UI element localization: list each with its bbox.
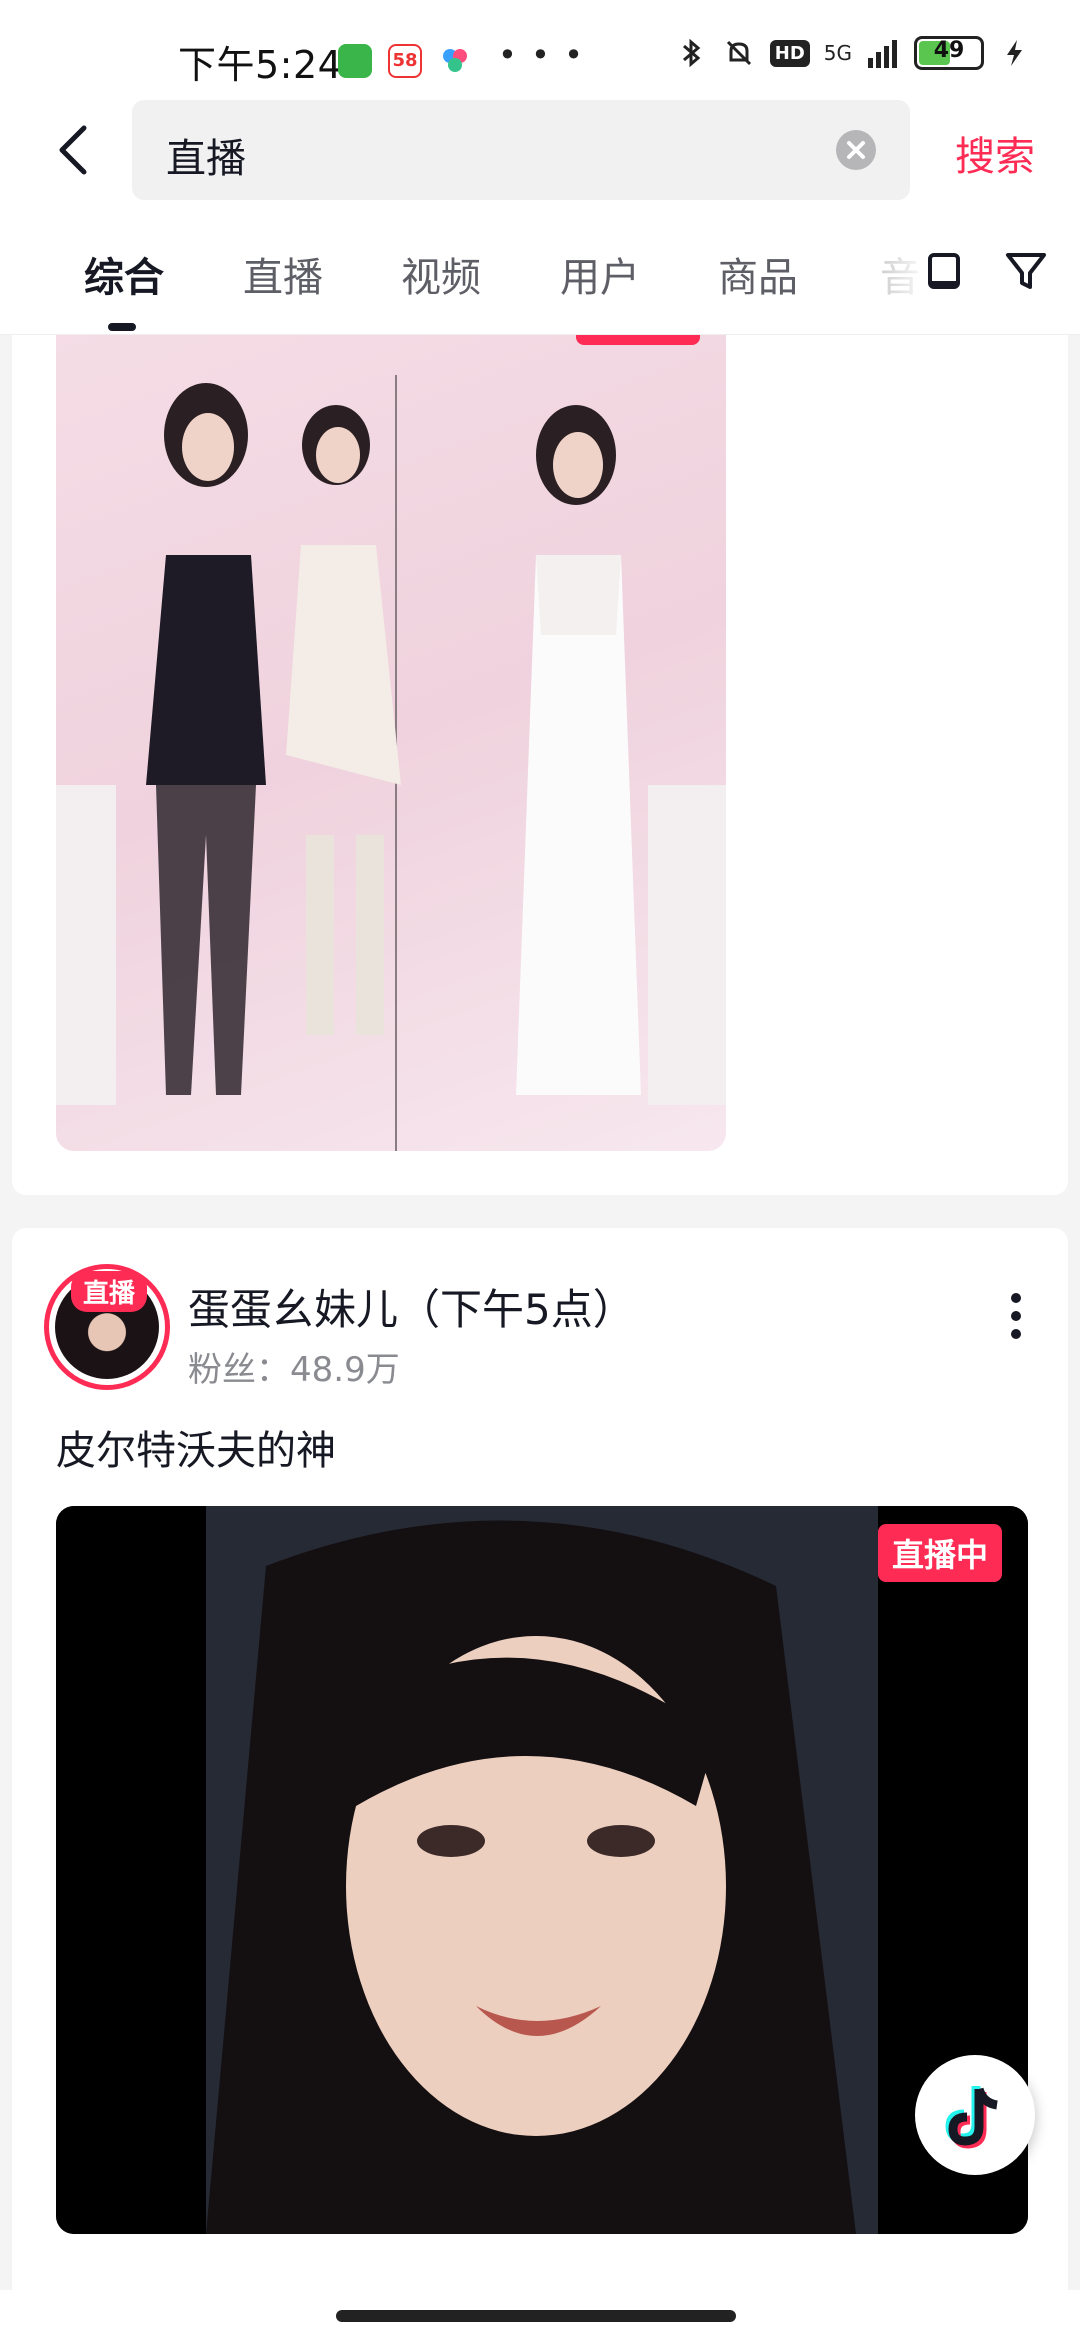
user-name[interactable]: 蛋蛋幺妹儿（下午5点） <box>188 1276 635 1337</box>
live-badge-2: 直播中 <box>878 1524 1003 1582</box>
home-indicator[interactable] <box>336 2310 736 2322</box>
tab-comprehensive[interactable]: 综合 <box>84 245 164 303</box>
battery-icon: 49 <box>914 36 984 70</box>
stream-description[interactable]: 皮尔特沃夫的神 <box>56 1418 336 1476</box>
battery-percent: 49 <box>933 38 965 63</box>
charging-icon <box>1007 40 1022 66</box>
search-button[interactable]: 搜索 <box>955 124 1035 182</box>
avatar-live-badge: 直播 <box>71 1271 148 1312</box>
avatar[interactable]: 直播 <box>44 1264 170 1390</box>
tab-live[interactable]: 直播 <box>243 245 323 303</box>
result-card-2[interactable]: 直播 蛋蛋幺妹儿（下午5点） 粉丝：48.9万 皮尔特沃夫的神 直播中 <box>12 1228 1068 2300</box>
status-more-icon: • • • <box>498 36 585 74</box>
bluetooth-icon <box>682 38 701 68</box>
mute-bell-icon <box>726 40 751 66</box>
clover-app-icon <box>438 44 472 78</box>
back-icon[interactable] <box>46 120 106 180</box>
live-stream-image <box>56 375 726 1151</box>
search-input[interactable]: 直播 <box>132 100 910 200</box>
tab-users[interactable]: 用户 <box>560 245 640 303</box>
tiktok-logo-icon[interactable] <box>915 2055 1035 2175</box>
result-card-1[interactable]: 直播中 <box>12 335 1068 1195</box>
search-header: 直播 搜索 <box>0 100 1080 215</box>
wechat-mini-app-icon <box>338 44 372 78</box>
search-query[interactable]: 直播 <box>166 126 246 184</box>
fan-count: 粉丝：48.9万 <box>188 1350 400 1390</box>
hd-badge: HD <box>769 39 810 67</box>
tab-video[interactable]: 视频 <box>401 245 481 303</box>
filter-icon[interactable] <box>1000 245 1052 297</box>
result-tabs: 综合 直播 视频 用户 商品 音 <box>0 215 1080 335</box>
tab-products[interactable]: 商品 <box>718 245 798 303</box>
clear-icon[interactable] <box>836 130 876 170</box>
live-thumbnail-1[interactable]: 直播中 <box>56 335 726 1151</box>
app-58-icon: 58 <box>388 44 422 78</box>
layout-toggle-icon[interactable] <box>918 245 970 297</box>
live-thumbnail-2[interactable]: 直播中 <box>56 1506 1028 2234</box>
live-badge-1: 直播中 <box>576 335 701 345</box>
more-vertical-icon[interactable] <box>1008 1286 1024 1346</box>
status-indicators: HD 5G 49 <box>674 36 1032 70</box>
live-stream-portrait <box>56 1506 1028 2234</box>
results-feed[interactable]: 直播中 直播 蛋蛋幺妹儿（下午5点） 粉丝：48.9万 皮尔特沃夫的神 直播中 <box>0 335 1080 2340</box>
status-bar: 下午5:24 58 • • • HD 5G 49 <box>0 0 1080 100</box>
signal-icon <box>868 40 897 68</box>
status-time: 下午5:24 <box>178 43 343 87</box>
network-type: 5G <box>823 41 852 65</box>
active-tab-indicator <box>108 323 136 331</box>
